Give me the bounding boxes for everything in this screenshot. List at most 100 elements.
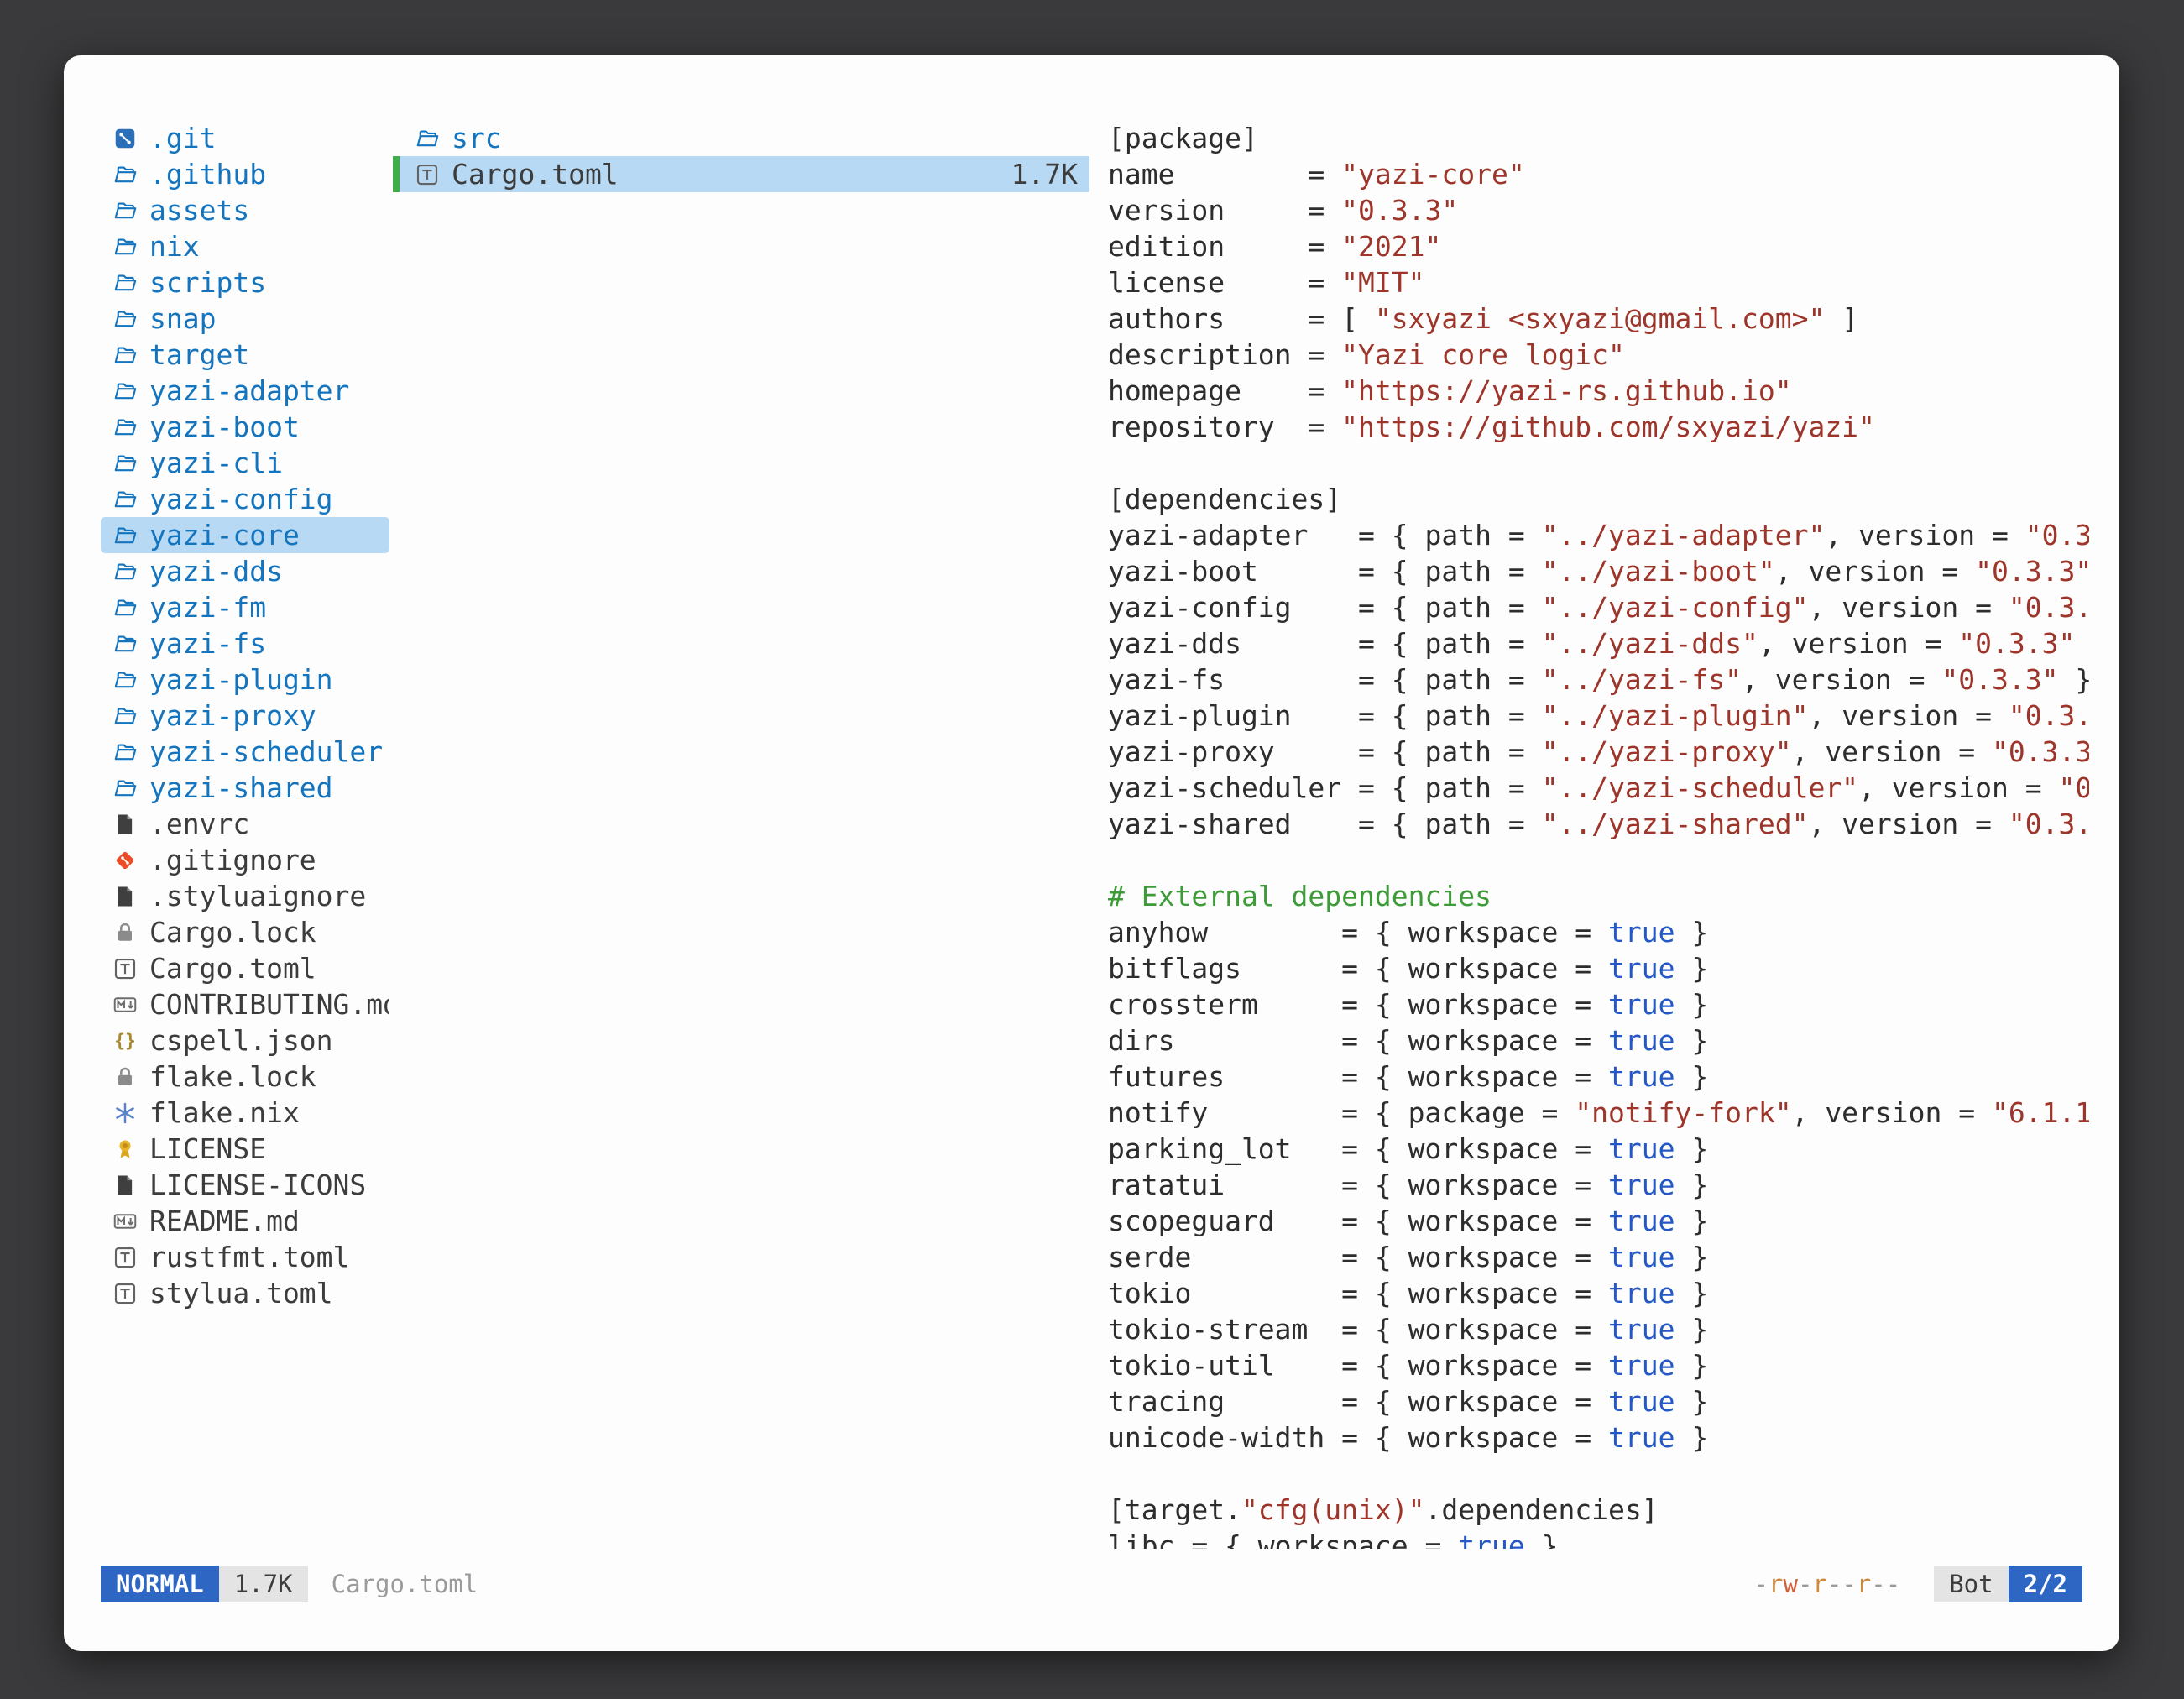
file-icon [111, 810, 139, 839]
code-line: [package] [1108, 120, 2089, 156]
file-preview-pane[interactable]: [package]name = "yazi-core"version = "0.… [1108, 120, 2089, 1549]
file-row[interactable]: .envrc [101, 806, 389, 842]
code-line: notify = { package = "notify-fork", vers… [1108, 1095, 2089, 1131]
dir-row[interactable]: yazi-dds [101, 553, 389, 589]
dir-row[interactable]: yazi-adapter [101, 373, 389, 409]
code-line: anyhow = { workspace = true } [1108, 914, 2089, 950]
dir-row[interactable]: yazi-scheduler [101, 734, 389, 770]
status-bar-right: -rw-r--r-- Bot 2/2 [1754, 1566, 2082, 1602]
entry-label: Cargo.toml [452, 156, 619, 192]
entry-label: Cargo.toml [149, 950, 316, 986]
file-position-indicator: 2/2 [2009, 1566, 2082, 1602]
dir-row[interactable]: yazi-core [101, 517, 389, 553]
git-icon [111, 846, 139, 875]
file-icon [111, 882, 139, 911]
file-row[interactable]: CONTRIBUTING.md [101, 986, 389, 1022]
entry-label: cspell.json [149, 1022, 333, 1059]
lock-icon [111, 1063, 139, 1091]
folder-icon [111, 196, 139, 225]
file-row[interactable]: stylua.toml [101, 1275, 389, 1311]
file-row[interactable]: Cargo.lock [101, 914, 389, 950]
dir-row[interactable]: yazi-boot [101, 409, 389, 445]
entry-label: stylua.toml [149, 1275, 333, 1311]
status-bar-left: NORMAL 1.7K Cargo.toml [101, 1566, 478, 1602]
dir-row[interactable]: yazi-fm [101, 589, 389, 625]
entry-label: Cargo.lock [149, 914, 316, 950]
current-directory-pane: srcCargo.toml 1.7K [393, 120, 1089, 192]
file-icon [111, 1171, 139, 1200]
entry-label: flake.lock [149, 1059, 316, 1095]
file-permissions: -rw-r--r-- [1754, 1570, 1901, 1598]
entry-label: README.md [149, 1203, 300, 1239]
file-row[interactable]: .styluaignore [101, 878, 389, 914]
folder-icon [111, 774, 139, 802]
entry-label: yazi-fs [149, 625, 266, 661]
file-row[interactable]: rustfmt.toml [101, 1239, 389, 1275]
file-row[interactable]: Cargo.toml [101, 950, 389, 986]
status-filename: Cargo.toml [332, 1570, 478, 1598]
entry-label: .gitignore [149, 842, 316, 878]
dir-row[interactable]: yazi-fs [101, 625, 389, 661]
folder-icon [111, 233, 139, 261]
folder-icon [413, 124, 442, 153]
dir-row[interactable]: snap [101, 301, 389, 337]
folder-icon [111, 305, 139, 333]
dir-row[interactable]: .git [101, 120, 389, 156]
entry-label: yazi-scheduler [149, 734, 383, 770]
dir-row[interactable]: yazi-shared [101, 770, 389, 806]
entry-label: CONTRIBUTING.md [149, 986, 389, 1022]
folder-icon [111, 160, 139, 189]
file-row[interactable]: flake.lock [101, 1059, 389, 1095]
dir-row[interactable]: yazi-cli [101, 445, 389, 481]
code-line: parking_lot = { workspace = true } [1108, 1131, 2089, 1167]
code-line: tokio = { workspace = true } [1108, 1275, 2089, 1311]
dir-row[interactable]: yazi-config [101, 481, 389, 517]
entry-label: LICENSE [149, 1131, 266, 1167]
folder-icon [111, 702, 139, 730]
dir-row[interactable]: .github [101, 156, 389, 192]
file-row[interactable]: Cargo.toml 1.7K [393, 156, 1089, 192]
file-row[interactable]: flake.nix [101, 1095, 389, 1131]
file-row[interactable]: .gitignore [101, 842, 389, 878]
folder-icon [111, 738, 139, 766]
file-row[interactable]: LICENSE-ICONS [101, 1167, 389, 1203]
code-line [1108, 1456, 2089, 1492]
folder-icon [111, 413, 139, 442]
file-size-indicator: 1.7K [219, 1566, 308, 1602]
git-folder-icon [111, 124, 139, 153]
file-row[interactable]: LICENSE [101, 1131, 389, 1167]
dir-row[interactable]: scripts [101, 264, 389, 301]
code-line: yazi-fs = { path = "../yazi-fs", version… [1108, 661, 2089, 698]
folder-icon [111, 449, 139, 478]
folder-icon [111, 485, 139, 514]
entry-size: 1.7K [995, 156, 1078, 192]
code-line: yazi-scheduler = { path = "../yazi-sched… [1108, 770, 2089, 806]
svg-text:{}: {} [114, 1030, 136, 1051]
dir-row[interactable]: yazi-proxy [101, 698, 389, 734]
entry-label: snap [149, 301, 216, 337]
code-line: description = "Yazi core logic" [1108, 337, 2089, 373]
entry-label: LICENSE-ICONS [149, 1167, 366, 1203]
code-line: libc = { workspace = true } [1108, 1528, 2089, 1549]
markdown-icon [111, 1207, 139, 1236]
folder-icon [111, 666, 139, 694]
folder-icon [111, 593, 139, 622]
code-line: scopeguard = { workspace = true } [1108, 1203, 2089, 1239]
dir-row[interactable]: src [393, 120, 1089, 156]
status-bar: NORMAL 1.7K Cargo.toml -rw-r--r-- Bot 2/… [101, 1566, 2082, 1602]
dir-row[interactable]: yazi-plugin [101, 661, 389, 698]
file-row[interactable]: {} cspell.json [101, 1022, 389, 1059]
code-line: [dependencies] [1108, 481, 2089, 517]
entry-label: src [452, 120, 502, 156]
code-line: dirs = { workspace = true } [1108, 1022, 2089, 1059]
entry-label: nix [149, 228, 200, 264]
entry-label: .styluaignore [149, 878, 366, 914]
dir-row[interactable]: nix [101, 228, 389, 264]
dir-row[interactable]: target [101, 337, 389, 373]
file-row[interactable]: README.md [101, 1203, 389, 1239]
entry-label: yazi-proxy [149, 698, 316, 734]
code-line: tokio-stream = { workspace = true } [1108, 1311, 2089, 1347]
dir-row[interactable]: assets [101, 192, 389, 228]
json-icon: {} [111, 1027, 139, 1055]
entry-label: yazi-dds [149, 553, 283, 589]
